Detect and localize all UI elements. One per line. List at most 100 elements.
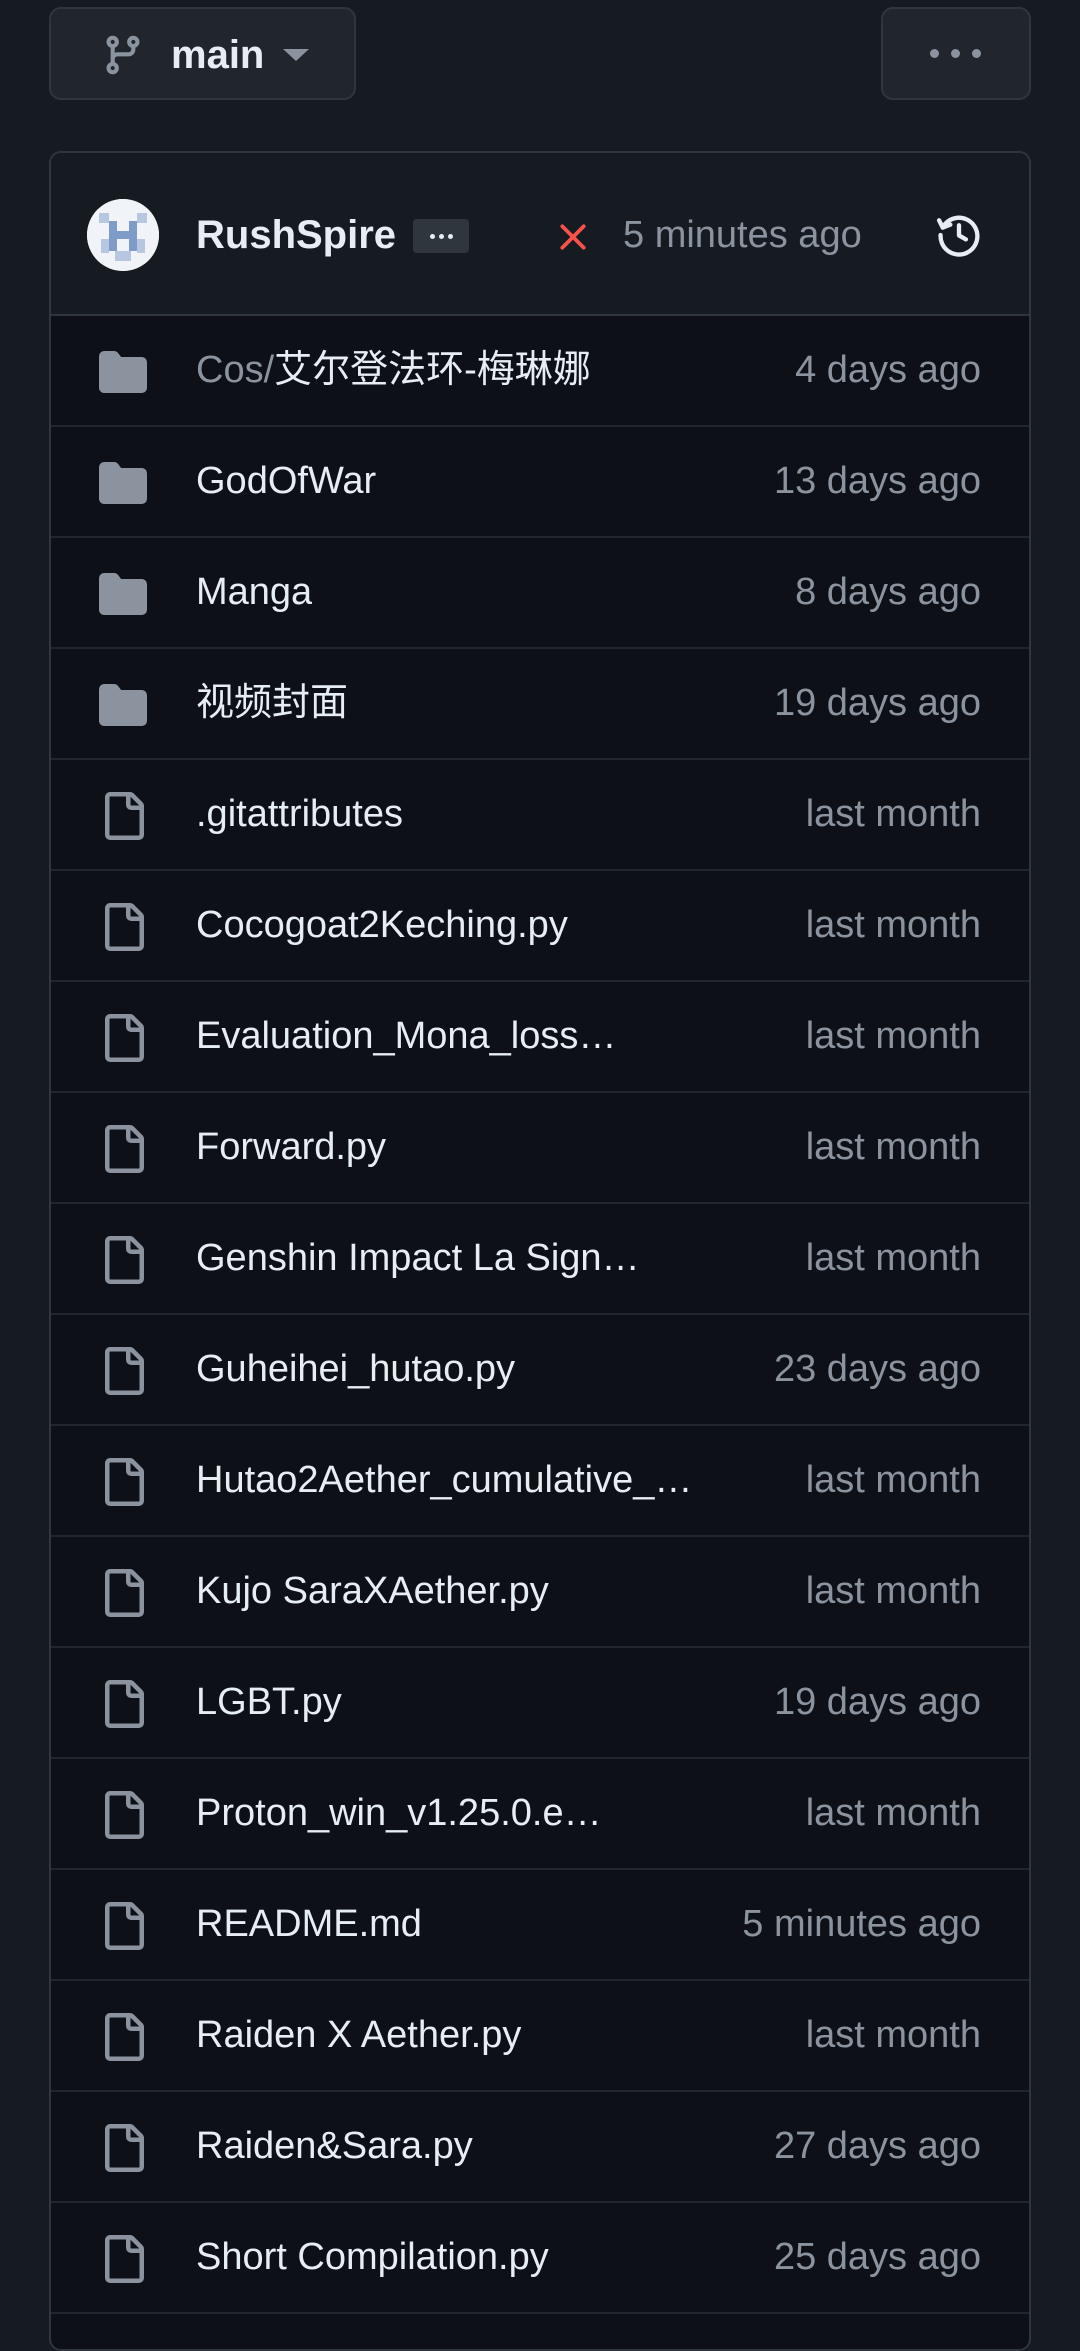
file-row[interactable]: Proton_win_v1.25.0.e… last month: [51, 1759, 1029, 1870]
file-icon: [105, 792, 144, 840]
file-name[interactable]: Raiden&Sara.py: [196, 2120, 473, 2172]
file-date: 19 days ago: [773, 1681, 981, 1723]
commit-author[interactable]: RushSpire: [196, 209, 396, 261]
file-name-text: Hutao2Aether_cumulative_…: [196, 1459, 693, 1501]
file-name-text: Manga: [196, 571, 313, 613]
file-icon: [105, 1791, 144, 1839]
file-name[interactable]: Cocogoat2Keching.py: [196, 899, 568, 951]
file-name-text: Short Compilation.py: [196, 2236, 549, 2278]
file-name[interactable]: .gitattributes: [196, 788, 403, 840]
expand-commit-message-button[interactable]: [413, 219, 469, 253]
folder-row[interactable]: Cos/艾尔登法环-梅琳娜 4 days ago: [51, 316, 1029, 427]
file-name-text: Cocogoat2Keching.py: [196, 904, 568, 946]
file-row[interactable]: .gitattributes last month: [51, 760, 1029, 871]
file-date: last month: [805, 1792, 981, 1834]
file-name-text: Genshin Impact La Sign…: [196, 1237, 640, 1279]
file-row[interactable]: LGBT.py 19 days ago: [51, 1648, 1029, 1759]
file-icon: [105, 903, 144, 951]
folder-row[interactable]: Manga 8 days ago: [51, 538, 1029, 649]
file-row[interactable]: Short Compilation.py 25 days ago: [51, 2203, 1029, 2314]
file-date: last month: [805, 1459, 981, 1501]
file-icon: [105, 1902, 144, 1950]
file-row[interactable]: Kujo SaraXAether.py last month: [51, 1537, 1029, 1648]
kebab-horizontal-icon: [930, 49, 981, 58]
file-name[interactable]: Hutao2Aether_cumulative_…: [196, 1454, 692, 1506]
folder-row[interactable]: 视频封面 19 days ago: [51, 649, 1029, 760]
file-date: last month: [805, 2014, 981, 2056]
file-name-text: Kujo SaraXAether.py: [196, 1570, 549, 1612]
history-icon[interactable]: [933, 209, 985, 261]
file-icon: [105, 2235, 144, 2283]
file-name[interactable]: Forward.py: [196, 1121, 386, 1173]
folder-icon: [99, 351, 147, 393]
file-name[interactable]: Evaluation_Mona_loss…: [196, 1010, 616, 1062]
file-name-text: Evaluation_Mona_loss…: [196, 1015, 617, 1057]
file-date: 4 days ago: [795, 349, 981, 391]
file-icon: [105, 1569, 144, 1617]
x-icon[interactable]: [554, 218, 592, 256]
file-date: 19 days ago: [773, 682, 981, 724]
file-date: last month: [805, 1237, 981, 1279]
file-date: 27 days ago: [773, 2125, 981, 2167]
latest-commit-bar: RushSpire 5 minutes ago: [51, 153, 1029, 316]
file-icon: [105, 1680, 144, 1728]
identicon-icon: [87, 199, 159, 271]
repo-toolbar: main: [49, 7, 1031, 102]
file-row[interactable]: Cocogoat2Keching.py last month: [51, 871, 1029, 982]
file-name-text: README.md: [196, 1903, 422, 1945]
file-icon: [105, 1347, 144, 1395]
file-date: 13 days ago: [773, 460, 981, 502]
file-icon: [105, 1014, 144, 1062]
branch-selector-button[interactable]: main: [49, 7, 356, 100]
file-date: last month: [805, 1126, 981, 1168]
file-name[interactable]: Cos/艾尔登法环-梅琳娜: [196, 344, 591, 396]
file-browser-panel: RushSpire 5 minutes ago Cos/艾尔登法环-梅琳娜 4 …: [49, 151, 1031, 2351]
folder-path-prefix: Cos/: [196, 349, 275, 391]
file-name[interactable]: README.md: [196, 1898, 422, 1950]
file-date: last month: [805, 1015, 981, 1057]
commit-time: 5 minutes ago: [623, 214, 862, 256]
folder-icon: [99, 684, 147, 726]
folder-icon: [99, 573, 147, 615]
folder-row[interactable]: GodOfWar 13 days ago: [51, 427, 1029, 538]
file-date: 23 days ago: [773, 1348, 981, 1390]
file-row[interactable]: Hutao2Aether_cumulative_… last month: [51, 1426, 1029, 1537]
file-name[interactable]: Short Compilation.py: [196, 2231, 549, 2283]
file-icon: [105, 1458, 144, 1506]
file-name-text: Proton_win_v1.25.0.e…: [196, 1792, 602, 1834]
file-name[interactable]: 视频封面: [196, 677, 348, 729]
file-row[interactable]: Guheihei_hutao.py 23 days ago: [51, 1315, 1029, 1426]
file-row[interactable]: Evaluation_Mona_loss… last month: [51, 982, 1029, 1093]
file-date: 5 minutes ago: [742, 1903, 981, 1945]
file-row[interactable]: Raiden X Aether.py last month: [51, 1981, 1029, 2092]
file-icon: [105, 1236, 144, 1284]
file-name-text: LGBT.py: [196, 1681, 342, 1723]
file-date: last month: [805, 1570, 981, 1612]
file-row[interactable]: Raiden&Sara.py 27 days ago: [51, 2092, 1029, 2203]
file-name[interactable]: Genshin Impact La Sign…: [196, 1232, 640, 1284]
file-row[interactable]: README.md 5 minutes ago: [51, 1870, 1029, 1981]
file-icon: [105, 2124, 144, 2172]
file-row[interactable]: Genshin Impact La Sign… last month: [51, 1204, 1029, 1315]
file-name[interactable]: Guheihei_hutao.py: [196, 1343, 515, 1395]
file-icon: [105, 1125, 144, 1173]
file-row[interactable]: Forward.py last month: [51, 1093, 1029, 1204]
avatar[interactable]: [87, 199, 159, 271]
more-options-button[interactable]: [881, 7, 1031, 100]
file-date: 8 days ago: [795, 571, 981, 613]
file-name-text: Guheihei_hutao.py: [196, 1348, 516, 1390]
file-name-text: 视频封面: [196, 682, 349, 724]
file-name-text: GodOfWar: [196, 460, 377, 502]
branch-name: main: [171, 33, 265, 77]
file-name-text: 艾尔登法环-梅琳娜: [274, 349, 591, 391]
file-name[interactable]: LGBT.py: [196, 1676, 342, 1728]
file-name-text: Raiden&Sara.py: [196, 2125, 473, 2167]
file-name[interactable]: Kujo SaraXAether.py: [196, 1565, 549, 1617]
file-name[interactable]: Manga: [196, 566, 312, 618]
git-branch-icon: [106, 35, 140, 75]
caret-down-icon: [283, 49, 309, 61]
file-date: 25 days ago: [773, 2236, 981, 2278]
file-name[interactable]: Proton_win_v1.25.0.e…: [196, 1787, 602, 1839]
file-name[interactable]: GodOfWar: [196, 455, 376, 507]
file-name[interactable]: Raiden X Aether.py: [196, 2009, 521, 2061]
